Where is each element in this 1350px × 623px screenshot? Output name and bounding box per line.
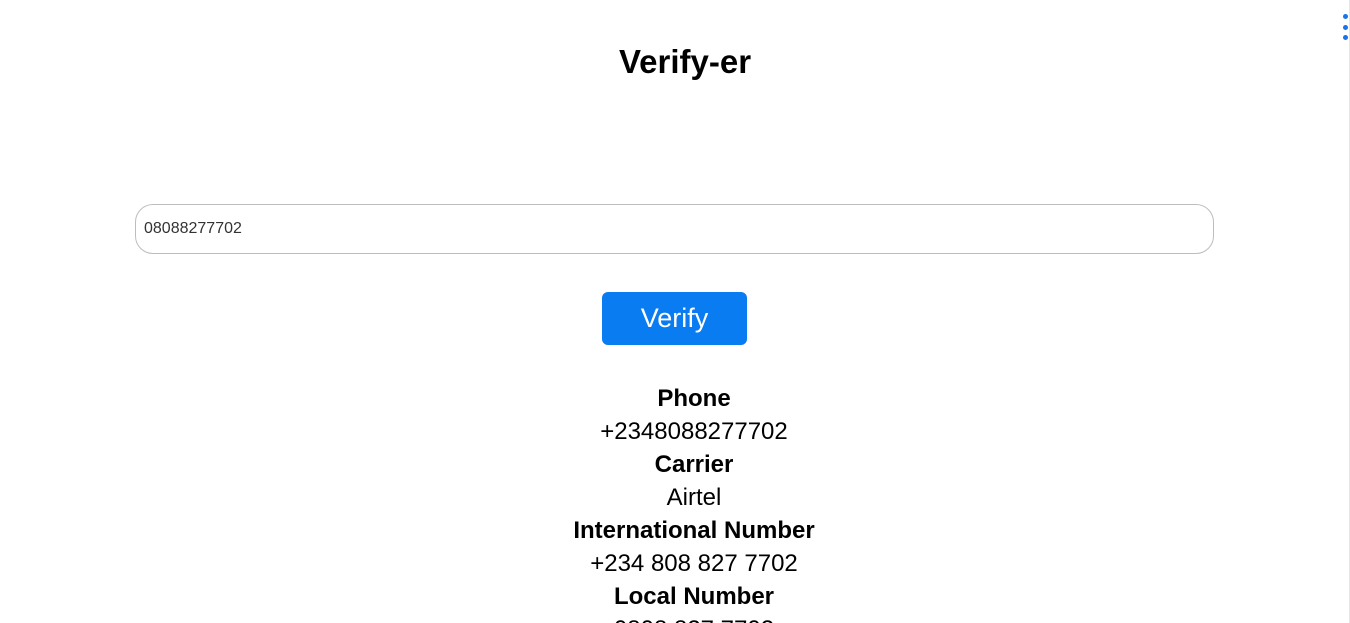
menu-dot (1342, 35, 1348, 40)
local-number-value: 0808 827 7702 (394, 613, 994, 623)
results-panel: Phone +2348088277702 Carrier Airtel Inte… (394, 382, 994, 623)
international-number-label: International Number (573, 517, 815, 544)
carrier-value: Airtel (666, 484, 722, 511)
verify-button[interactable]: Verify (602, 292, 747, 345)
phone-label: Phone (657, 385, 731, 412)
page: Verify-er Verify Phone +2348088277702 Ca… (0, 0, 1350, 623)
menu-dot (1342, 24, 1348, 30)
page-title: Verify-er (618, 43, 752, 80)
phone-input[interactable] (135, 204, 1214, 254)
carrier-label: Carrier (654, 451, 734, 478)
menu-dot (1342, 14, 1348, 19)
local-number-label: Local Number (613, 583, 775, 610)
international-number-value: +234 808 827 7702 (590, 550, 798, 577)
more-vertical-icon[interactable] (1339, 14, 1350, 40)
phone-value: +2348088277702 (600, 418, 788, 445)
